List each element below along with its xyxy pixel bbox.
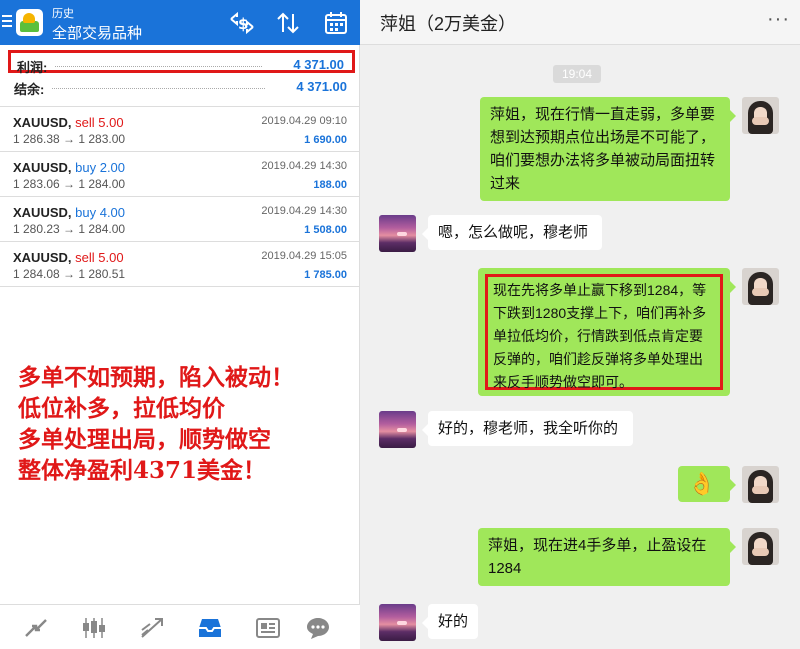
highlighted-message-text: 现在先将多单止赢下移到1284，等下跌到1280支撑上下，咱们再补多单拉低均价，… — [485, 274, 723, 390]
symbol-text: XAUUSD, — [13, 205, 72, 220]
chat-title: 萍姐（2万美金） — [380, 14, 517, 34]
trade-symbol: XAUUSD, sell 5.00 — [13, 250, 124, 265]
trade-side: sell 5.00 — [75, 115, 124, 130]
profit-row: 利润: 4 371.00 — [8, 50, 355, 75]
avatar[interactable] — [379, 604, 416, 641]
news-icon[interactable] — [254, 615, 282, 641]
trade-row[interactable]: XAUUSD, buy 4.00 1 280.23 → 1 284.00 201… — [0, 197, 360, 242]
trade-side: sell 5.00 — [75, 250, 124, 265]
profit-label: 利润: — [17, 60, 48, 75]
dollar-swap-icon[interactable]: $ — [228, 9, 256, 37]
trade-profit: 1 508.00 — [304, 224, 347, 236]
balance-row: 结余: 4 371.00 — [8, 75, 355, 98]
app-logo — [16, 9, 43, 36]
symbol-text: XAUUSD, — [13, 250, 72, 265]
trade-prices: 1 283.06 → 1 284.00 — [13, 177, 126, 191]
trade-profit: 1 785.00 — [304, 269, 347, 281]
trade-prices: 1 280.23 → 1 284.00 — [13, 222, 126, 236]
trade-row[interactable]: XAUUSD, sell 5.00 1 284.08 → 1 280.51 20… — [0, 242, 360, 287]
annotation-line: 多单处理出局，顺势做空 — [18, 426, 271, 453]
leader-dots — [55, 66, 262, 67]
avatar[interactable] — [742, 97, 779, 134]
more-options-icon[interactable]: ··· — [767, 8, 790, 31]
bottom-navigation — [0, 604, 360, 649]
trade-prices: 1 286.38 → 1 283.00 — [13, 132, 126, 146]
annotation-text: 多单不如预期，陷入被动！ 低位补多，拉低均价 多单处理出局，顺势做空 整体净盈利… — [18, 362, 358, 486]
avatar[interactable] — [742, 268, 779, 305]
trade-datetime: 2019.04.29 14:30 — [261, 160, 347, 172]
trade-row[interactable]: XAUUSD, sell 5.00 1 286.38 → 1 283.00 20… — [0, 107, 360, 152]
trade-icon[interactable] — [138, 615, 166, 641]
annotation-line: 低位补多，拉低均价 — [18, 395, 225, 422]
chat-icon[interactable] — [304, 615, 332, 641]
trade-symbol: XAUUSD, buy 2.00 — [13, 160, 125, 175]
symbol-text: XAUUSD, — [13, 115, 72, 130]
message-bubble-outgoing[interactable]: 萍姐，现在行情一直走弱，多单要想到达预期点位出场是不可能了，咱们要想办法将多单被… — [480, 97, 736, 201]
trade-profit: 1 690.00 — [304, 134, 347, 146]
menu-icon[interactable] — [2, 12, 12, 32]
trade-side: buy 4.00 — [75, 205, 126, 220]
trading-app-panel: 历史 全部交易品种 $ 利润: 4 371.00 结余: 4 371.00 XA… — [0, 0, 360, 649]
trade-datetime: 2019.04.29 14:30 — [261, 205, 347, 217]
profit-value: 4 371.00 — [293, 57, 344, 72]
symbol-text: XAUUSD, — [13, 160, 72, 175]
account-summary: 利润: 4 371.00 结余: 4 371.00 — [0, 45, 360, 107]
leader-dots — [52, 88, 265, 89]
history-icon[interactable] — [196, 615, 224, 641]
balance-label: 结余: — [14, 82, 45, 97]
message-timestamp: 19:04 — [553, 65, 601, 83]
avatar[interactable] — [742, 528, 779, 565]
trade-symbol: XAUUSD, sell 5.00 — [13, 115, 124, 130]
toolbar-title[interactable]: 全部交易品种 — [52, 22, 142, 43]
trade-symbol: XAUUSD, buy 4.00 — [13, 205, 125, 220]
avatar[interactable] — [379, 411, 416, 448]
message-bubble-incoming[interactable]: 好的 — [422, 604, 478, 639]
balance-value: 4 371.00 — [296, 79, 347, 94]
trade-side: buy 2.00 — [75, 160, 126, 175]
trade-row[interactable]: XAUUSD, buy 2.00 1 283.06 → 1 284.00 201… — [0, 152, 360, 197]
annotation-line: 整体净盈利4371美金！ — [18, 457, 267, 484]
message-bubble-outgoing[interactable]: 现在先将多单止赢下移到1284，等下跌到1280支撑上下，咱们再补多单拉低均价，… — [478, 268, 736, 396]
annotation-line: 多单不如预期，陷入被动！ — [18, 364, 294, 391]
avatar[interactable] — [379, 215, 416, 252]
chat-header: 萍姐（2万美金） ··· — [360, 0, 800, 45]
trade-profit: 188.00 — [313, 179, 347, 191]
trade-prices: 1 284.08 → 1 280.51 — [13, 267, 126, 281]
message-bubble-outgoing[interactable]: 👌 — [678, 466, 736, 502]
trade-datetime: 2019.04.29 09:10 — [261, 115, 347, 127]
toolbar-subtitle: 历史 — [52, 8, 74, 20]
avatar[interactable] — [742, 466, 779, 503]
quotes-icon[interactable] — [22, 615, 50, 641]
chat-panel: 萍姐（2万美金） ··· 19:04 萍姐，现在行情一直走弱，多单要想到达预期点… — [360, 0, 800, 649]
message-bubble-incoming[interactable]: 好的，穆老师，我全听你的 — [422, 411, 633, 446]
message-bubble-incoming[interactable]: 嗯，怎么做呢，穆老师 — [422, 215, 602, 250]
sort-icon[interactable] — [274, 9, 302, 37]
message-bubble-outgoing[interactable]: 萍姐，现在进4手多单，止盈设在1284 — [478, 528, 736, 586]
app-toolbar: 历史 全部交易品种 $ — [0, 0, 360, 45]
calendar-icon[interactable] — [322, 9, 350, 37]
chart-icon[interactable] — [80, 615, 108, 641]
trade-datetime: 2019.04.29 15:05 — [261, 250, 347, 262]
